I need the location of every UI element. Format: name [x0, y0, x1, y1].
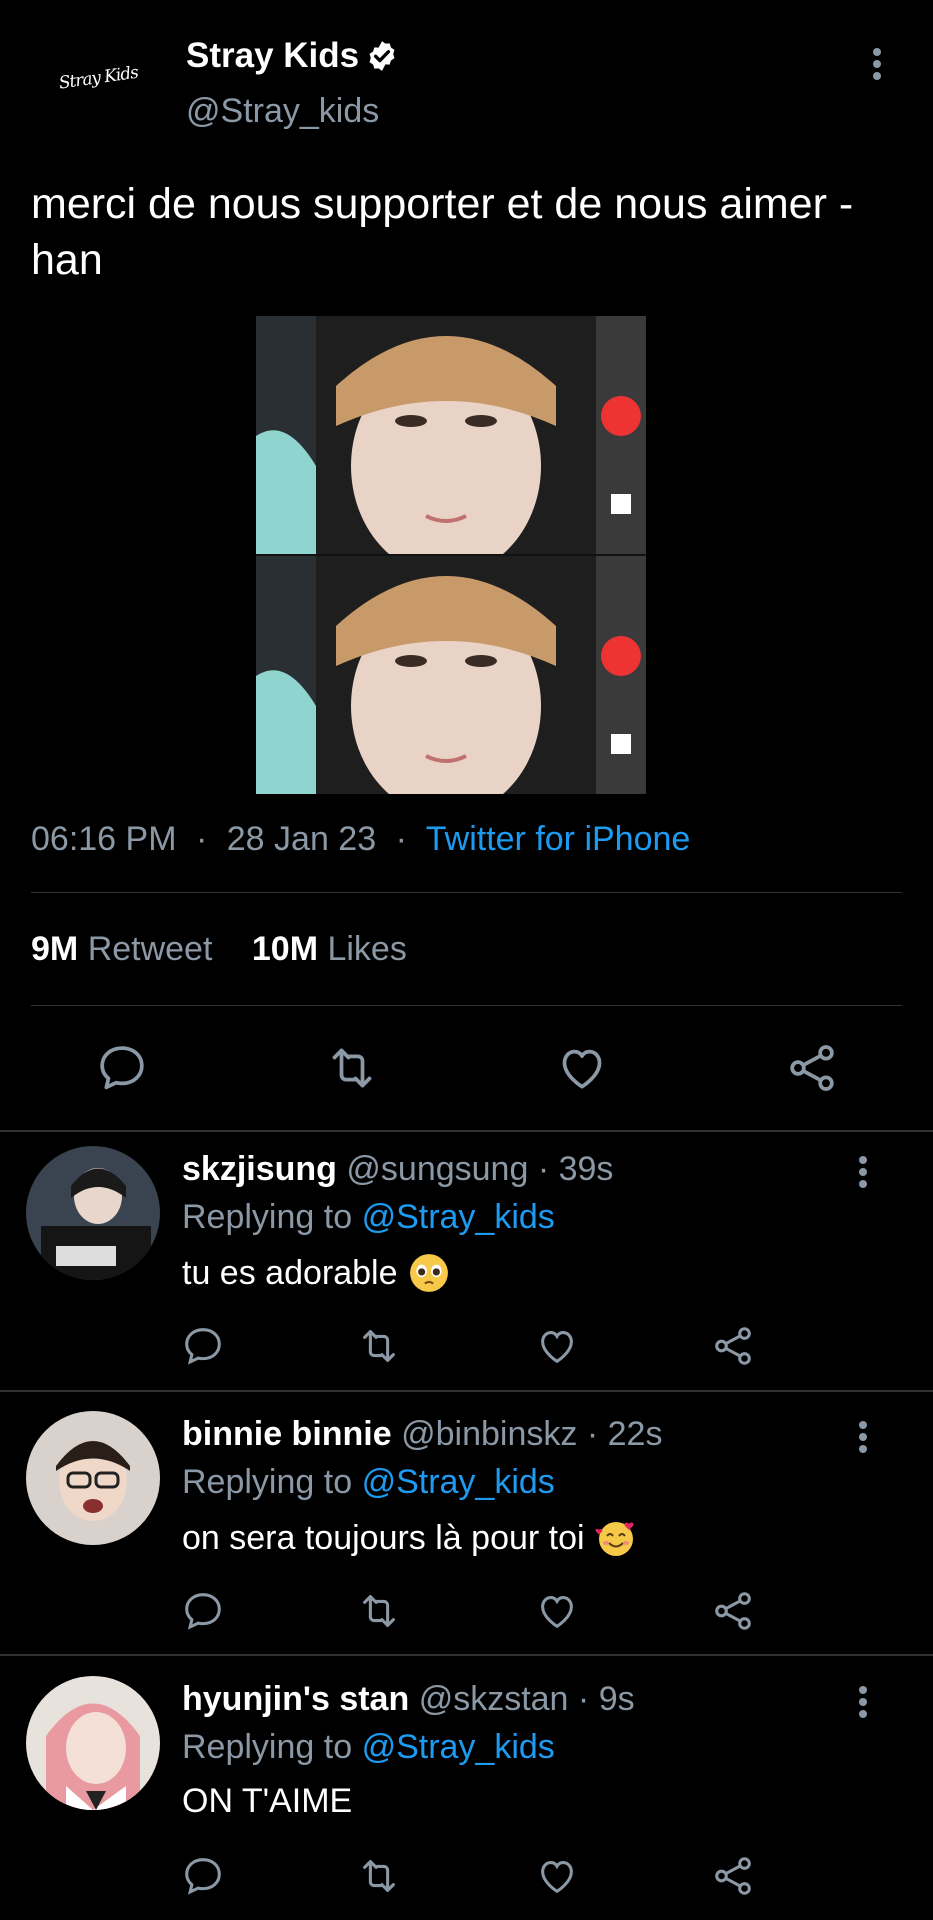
reply-text: tu es adorable — [182, 1253, 398, 1292]
smiling-face-with-hearts-icon — [595, 1517, 639, 1559]
reply-text-row: tu es adorable — [182, 1252, 450, 1294]
replying-prefix: Replying to — [182, 1728, 353, 1766]
retweets-count: 9M — [31, 930, 79, 968]
reply-icon[interactable] — [180, 1853, 226, 1899]
reply-author-handle[interactable]: @skzstan — [419, 1680, 569, 1718]
likes-stat[interactable]: 10M Likes — [252, 930, 407, 968]
author-name-row[interactable]: Stray Kids — [186, 36, 399, 76]
like-heart-icon[interactable] — [554, 1040, 610, 1096]
more-options-icon[interactable] — [848, 1682, 878, 1722]
verified-badge-icon — [365, 39, 399, 73]
reply-text-row: on sera toujours là pour toi — [182, 1517, 639, 1559]
avatar[interactable] — [26, 1146, 160, 1280]
reply-icon[interactable] — [180, 1588, 226, 1634]
stray-kids-logo[interactable]: Stray Kids — [58, 63, 143, 114]
reply-author-name[interactable]: hyunjin's stan — [182, 1680, 409, 1718]
divider — [31, 1005, 902, 1006]
more-options-icon[interactable] — [848, 1417, 878, 1457]
reply-author-name[interactable]: skzjisung — [182, 1150, 337, 1188]
meta-separator: · — [537, 1150, 550, 1188]
tweet-stats: 9M Retweet 10M Likes — [31, 930, 407, 969]
selfie-frame-top — [256, 316, 646, 554]
reply-text: on sera toujours là pour toi — [182, 1518, 585, 1557]
reply-time: 22s — [607, 1415, 663, 1453]
more-options-icon[interactable] — [848, 1152, 878, 1192]
selfie-frame-bottom — [256, 556, 646, 794]
pleading-face-icon — [408, 1252, 450, 1294]
retweets-label: Retweet — [87, 930, 213, 968]
reply-text-row: ON T'AIME — [182, 1782, 352, 1821]
tweet-date: 28 Jan 23 — [226, 820, 377, 858]
retweets-stat[interactable]: 9M Retweet — [31, 930, 212, 968]
author-name[interactable]: Stray Kids — [186, 36, 359, 76]
divider — [0, 1654, 933, 1656]
more-options-icon[interactable] — [862, 44, 892, 84]
share-icon[interactable] — [784, 1040, 840, 1096]
author-handle[interactable]: @Stray_kids — [186, 92, 379, 131]
replying-to: Replying to @Stray_kids — [182, 1463, 555, 1502]
retweet-icon[interactable] — [324, 1040, 380, 1096]
reply-icon[interactable] — [94, 1040, 150, 1096]
divider — [0, 1130, 933, 1132]
share-icon[interactable] — [710, 1853, 756, 1899]
reply-time: 9s — [598, 1680, 635, 1718]
avatar[interactable] — [26, 1676, 160, 1810]
likes-count: 10M — [251, 930, 319, 968]
reply-text: ON T'AIME — [182, 1782, 353, 1820]
meta-separator: · — [586, 1415, 599, 1453]
replying-to: Replying to @Stray_kids — [182, 1198, 555, 1237]
replying-prefix: Replying to — [182, 1463, 353, 1501]
like-heart-icon[interactable] — [534, 1588, 580, 1634]
reply-icon[interactable] — [180, 1323, 226, 1369]
like-heart-icon[interactable] — [534, 1323, 580, 1369]
replying-to-link[interactable]: @Stray_kids — [362, 1463, 555, 1501]
like-heart-icon[interactable] — [534, 1853, 580, 1899]
likes-label: Likes — [327, 930, 407, 968]
share-icon[interactable] — [710, 1323, 756, 1369]
reply-author-handle[interactable]: @sungsung — [346, 1150, 528, 1188]
reply-header: skzjisung @sungsung · 39s — [182, 1150, 613, 1189]
replying-prefix: Replying to — [182, 1198, 353, 1236]
meta-separator: · — [395, 820, 407, 858]
retweet-icon[interactable] — [356, 1323, 402, 1369]
reply-time: 39s — [558, 1150, 614, 1188]
tweet-time: 06:16 PM — [31, 820, 177, 858]
replying-to-link[interactable]: @Stray_kids — [362, 1198, 555, 1236]
tweet-source-link[interactable]: Twitter for iPhone — [426, 820, 691, 858]
replying-to-link[interactable]: @Stray_kids — [362, 1728, 555, 1766]
replying-to: Replying to @Stray_kids — [182, 1728, 555, 1767]
retweet-icon[interactable] — [356, 1588, 402, 1634]
share-icon[interactable] — [710, 1588, 756, 1634]
divider — [31, 892, 902, 893]
reply-header: binnie binnie @binbinskz · 22s — [182, 1415, 662, 1454]
reply-author-name[interactable]: binnie binnie — [182, 1415, 392, 1453]
retweet-icon[interactable] — [356, 1853, 402, 1899]
divider — [0, 1390, 933, 1392]
tweet-meta: 06:16 PM · 28 Jan 23 · Twitter for iPhon… — [31, 820, 690, 859]
reply-header: hyunjin's stan @skzstan · 9s — [182, 1680, 635, 1719]
meta-separator: · — [577, 1680, 590, 1718]
avatar[interactable] — [26, 1411, 160, 1545]
tweet-media-image[interactable] — [256, 316, 646, 794]
meta-separator: · — [195, 820, 208, 858]
reply-author-handle[interactable]: @binbinskz — [401, 1415, 577, 1453]
tweet-text: merci de nous supporter et de nous aimer… — [31, 180, 854, 284]
